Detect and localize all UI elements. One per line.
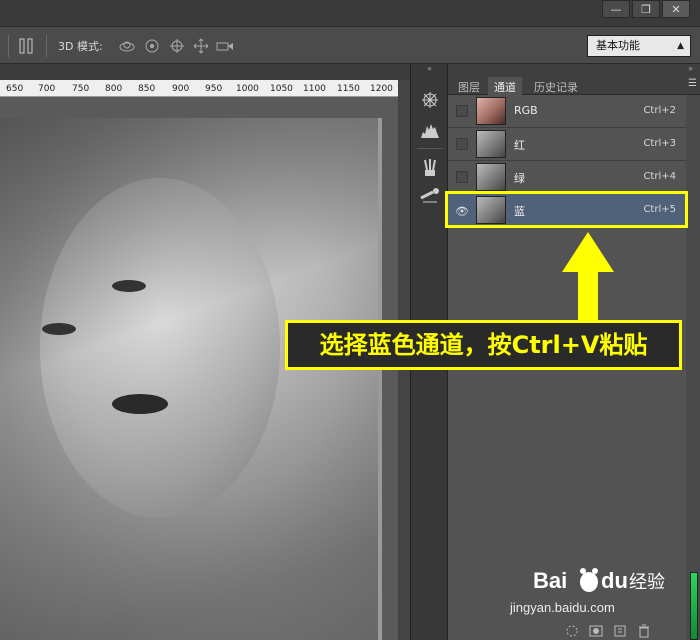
3d-rotate-icon[interactable] <box>118 38 136 54</box>
svg-text:经验: 经验 <box>629 572 665 593</box>
channel-thumbnail <box>476 163 506 191</box>
navigator-icon[interactable] <box>419 90 441 110</box>
options-separator <box>46 35 47 57</box>
close-button[interactable]: ✕ <box>662 0 690 18</box>
baidu-logo: Bai du 经验 <box>533 568 665 593</box>
horizontal-ruler: 650 700 750 800 850 900 950 1000 1050 11… <box>0 80 398 97</box>
trash-icon[interactable] <box>637 624 651 638</box>
channel-row-red[interactable]: 红 Ctrl+3 <box>448 128 686 161</box>
portrait-eye <box>42 323 76 335</box>
ruler-tick: 1050 <box>270 84 293 94</box>
workspace-select[interactable]: 基本功能 ▲ <box>587 35 691 57</box>
brush-preset-icon[interactable] <box>419 186 441 206</box>
histogram-icon[interactable] <box>419 120 441 140</box>
3d-camera-icon[interactable] <box>216 38 234 54</box>
svg-text:du: du <box>601 568 628 593</box>
ruler-tick: 800 <box>105 84 123 94</box>
channel-row-rgb[interactable]: RGB Ctrl+2 <box>448 95 686 128</box>
tab-history[interactable]: 历史记录 <box>528 77 584 95</box>
title-bar: — ❐ ✕ <box>0 0 700 26</box>
strip-divider <box>417 148 443 149</box>
new-channel-icon[interactable] <box>613 624 627 638</box>
options-separator <box>8 35 9 57</box>
3d-roll-icon[interactable] <box>143 38 161 54</box>
panel-scrollbar[interactable] <box>686 95 700 640</box>
save-selection-icon[interactable] <box>589 624 603 638</box>
tab-layers[interactable]: 图层 <box>452 77 486 95</box>
ruler-tick: 1000 <box>236 84 259 94</box>
portrait-hair <box>0 118 380 640</box>
svg-text:Bai: Bai <box>533 568 567 593</box>
channel-name: 绿 <box>514 172 525 185</box>
ruler-tick: 1200 <box>370 84 393 94</box>
ruler-tick: 1150 <box>337 84 360 94</box>
3d-slide-icon[interactable] <box>192 38 210 54</box>
3d-mode-label: 3D 模式: <box>58 40 103 53</box>
photoshop-window: — ❐ ✕ 3D 模式: 基本功能 ▲ 650 700 750 800 850 … <box>0 0 700 640</box>
panel-menu-icon[interactable]: ☰ <box>688 78 697 89</box>
workspace-value: 基本功能 <box>596 39 640 52</box>
window-controls: — ❐ ✕ <box>602 0 690 18</box>
portrait-image <box>0 118 380 640</box>
3d-pan-icon[interactable] <box>168 38 186 54</box>
instruction-callout: 选择蓝色通道，按Ctrl+V粘贴 <box>285 320 682 370</box>
selected-channel-highlight <box>445 191 688 228</box>
chevron-down-icon: ▲ <box>677 41 684 51</box>
baidu-watermark: Bai du 经验 jingyan.baidu.com <box>495 566 695 626</box>
load-selection-icon[interactable] <box>565 624 579 638</box>
level-meter <box>690 572 698 640</box>
visibility-toggle[interactable] <box>456 105 468 117</box>
panel-collapse-icon[interactable]: » <box>448 64 700 74</box>
ruler-tick: 650 <box>6 84 24 94</box>
collapse-arrows-icon[interactable]: « <box>411 64 448 74</box>
minimize-button[interactable]: — <box>602 0 630 18</box>
ruler-tick: 950 <box>205 84 223 94</box>
channel-row-green[interactable]: 绿 Ctrl+4 <box>448 161 686 194</box>
restore-button[interactable]: ❐ <box>632 0 660 18</box>
visibility-toggle[interactable] <box>456 171 468 183</box>
distribute-icon[interactable] <box>18 38 34 54</box>
watermark-url: jingyan.baidu.com <box>510 600 615 615</box>
channel-name: RGB <box>514 104 538 117</box>
portrait-eye <box>112 280 146 292</box>
tab-channels[interactable]: 通道 <box>488 77 522 95</box>
ruler-tick: 850 <box>138 84 156 94</box>
ruler-tick: 1100 <box>303 84 326 94</box>
portrait-lips <box>112 394 168 414</box>
channel-name: 红 <box>514 139 525 152</box>
channel-shortcut: Ctrl+4 <box>643 171 676 182</box>
channel-shortcut: Ctrl+2 <box>643 105 676 116</box>
channel-thumbnail <box>476 130 506 158</box>
brushes-icon[interactable] <box>419 158 441 178</box>
visibility-toggle[interactable] <box>456 138 468 150</box>
channel-thumbnail <box>476 97 506 125</box>
up-arrow-icon <box>562 232 614 322</box>
channel-shortcut: Ctrl+3 <box>643 138 676 149</box>
panel-tabs: 图层 通道 历史记录 ☰ <box>448 74 700 95</box>
channel-actions <box>565 622 685 640</box>
ruler-tick: 750 <box>72 84 90 94</box>
ruler-tick: 700 <box>38 84 56 94</box>
ruler-tick: 900 <box>172 84 190 94</box>
canvas-edge <box>378 118 382 640</box>
